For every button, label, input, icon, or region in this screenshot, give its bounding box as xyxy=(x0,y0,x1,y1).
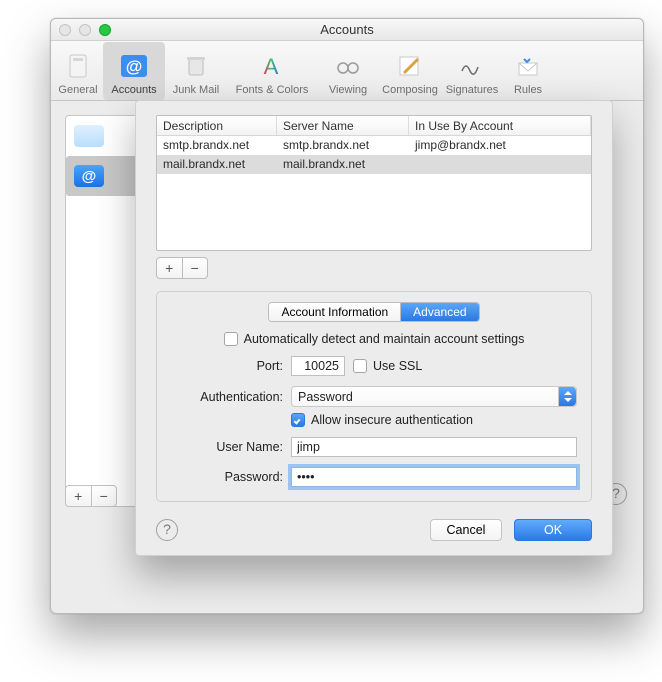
auto-detect-checkbox[interactable] xyxy=(224,332,238,346)
titlebar[interactable]: Accounts xyxy=(51,19,643,41)
fonts-icon: A xyxy=(256,51,288,81)
ssl-checkbox[interactable] xyxy=(353,359,367,373)
password-input[interactable] xyxy=(291,467,577,487)
port-input[interactable] xyxy=(291,356,345,376)
username-label: User Name: xyxy=(171,440,291,454)
compose-icon xyxy=(394,51,426,81)
cell xyxy=(409,155,591,174)
help-button[interactable]: ? xyxy=(156,519,178,541)
settings-panel: Account Information Advanced Automatical… xyxy=(156,291,592,502)
server-table[interactable]: Description Server Name In Use By Accoun… xyxy=(156,115,592,251)
table-header: Description Server Name In Use By Accoun… xyxy=(157,116,591,136)
cell: mail.brandx.net xyxy=(157,155,277,174)
auth-select[interactable]: Password xyxy=(291,386,577,407)
toolbar-general[interactable]: General xyxy=(53,42,103,100)
toolbar-junk[interactable]: Junk Mail xyxy=(165,42,227,100)
toolbar-composing[interactable]: Composing xyxy=(379,42,441,100)
table-row[interactable]: mail.brandx.net mail.brandx.net xyxy=(157,155,591,174)
trash-icon xyxy=(180,51,212,81)
toolbar-viewing[interactable]: Viewing xyxy=(317,42,379,100)
toolbar-label: Signatures xyxy=(446,84,499,96)
auth-value: Password xyxy=(298,390,353,404)
rules-icon xyxy=(512,51,544,81)
server-sheet: Description Server Name In Use By Accoun… xyxy=(135,100,613,556)
sheet-footer: ? Cancel OK xyxy=(156,519,592,541)
tab-advanced[interactable]: Advanced xyxy=(401,303,478,321)
auth-label: Authentication: xyxy=(171,390,291,404)
cancel-button[interactable]: Cancel xyxy=(430,519,502,541)
insecure-checkbox[interactable] xyxy=(291,413,305,427)
toolbar: General @ Accounts Junk Mail A Fonts & C… xyxy=(51,41,643,101)
toolbar-signatures[interactable]: Signatures xyxy=(441,42,503,100)
auto-detect-label: Automatically detect and maintain accoun… xyxy=(244,332,525,346)
toolbar-accounts[interactable]: @ Accounts xyxy=(103,42,165,100)
switch-icon xyxy=(62,51,94,81)
toolbar-rules[interactable]: Rules xyxy=(503,42,553,100)
cell: smtp.brandx.net xyxy=(157,136,277,155)
table-row[interactable]: smtp.brandx.net smtp.brandx.net jimp@bra… xyxy=(157,136,591,155)
port-label: Port: xyxy=(171,359,291,373)
password-label: Password: xyxy=(171,470,291,484)
username-input[interactable] xyxy=(291,437,577,457)
svg-text:@: @ xyxy=(126,57,143,76)
insecure-label: Allow insecure authentication xyxy=(311,413,473,427)
remove-button[interactable]: − xyxy=(183,258,208,278)
remove-button[interactable]: − xyxy=(92,486,117,506)
cell: jimp@brandx.net xyxy=(409,136,591,155)
add-button[interactable]: + xyxy=(66,486,92,506)
at-icon: @ xyxy=(74,165,104,187)
list-add-remove: + − xyxy=(65,485,117,507)
signature-icon xyxy=(456,51,488,81)
tab-account-info[interactable]: Account Information xyxy=(269,303,401,321)
col-server[interactable]: Server Name xyxy=(277,116,409,135)
close-icon[interactable] xyxy=(59,24,71,36)
zoom-icon[interactable] xyxy=(99,24,111,36)
add-button[interactable]: + xyxy=(157,258,183,278)
ssl-label: Use SSL xyxy=(373,359,422,373)
window-title: Accounts xyxy=(51,22,643,37)
ok-button[interactable]: OK xyxy=(514,519,592,541)
toolbar-label: Composing xyxy=(382,84,438,96)
traffic-lights xyxy=(59,24,111,36)
settings-tabs: Account Information Advanced xyxy=(268,302,479,322)
chevron-updown-icon xyxy=(558,387,576,406)
toolbar-label: Fonts & Colors xyxy=(236,84,309,96)
toolbar-label: Junk Mail xyxy=(173,84,219,96)
table-add-remove: + − xyxy=(156,257,208,279)
minimize-icon[interactable] xyxy=(79,24,91,36)
cell: smtp.brandx.net xyxy=(277,136,409,155)
at-icon: @ xyxy=(118,51,150,81)
toolbar-label: Accounts xyxy=(111,84,156,96)
toolbar-label: General xyxy=(58,84,97,96)
cell: mail.brandx.net xyxy=(277,155,409,174)
cloud-icon xyxy=(74,125,104,147)
svg-text:A: A xyxy=(264,54,279,79)
toolbar-label: Viewing xyxy=(329,84,367,96)
col-account[interactable]: In Use By Account xyxy=(409,116,591,135)
toolbar-label: Rules xyxy=(514,84,542,96)
glasses-icon xyxy=(332,51,364,81)
toolbar-fonts[interactable]: A Fonts & Colors xyxy=(227,42,317,100)
col-description[interactable]: Description xyxy=(157,116,277,135)
